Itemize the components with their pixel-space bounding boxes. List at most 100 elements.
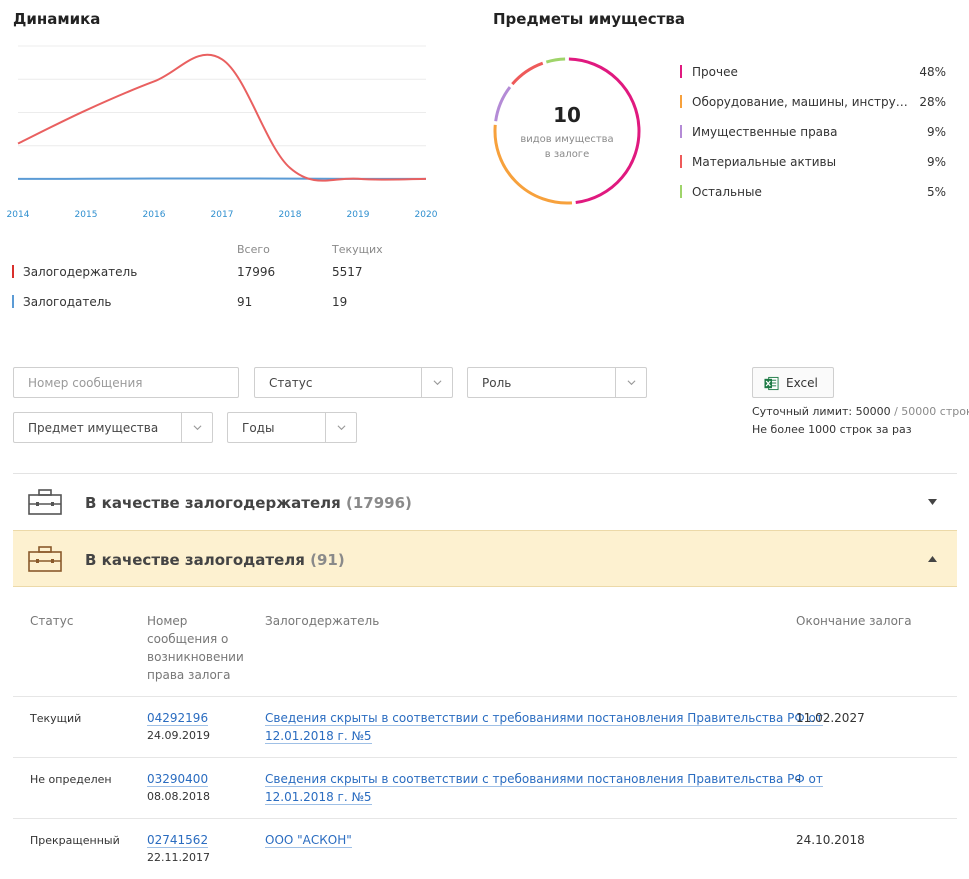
x-tick-label: 2018	[279, 210, 302, 220]
briefcase-icon	[28, 489, 62, 515]
legend-current: 19	[332, 295, 348, 309]
legend-pct: 9%	[926, 125, 946, 139]
col-header-number: Номер сообщения о возникновении права за…	[147, 612, 244, 684]
dynamics-title: Динамика	[13, 10, 101, 28]
caret-down-icon	[928, 499, 937, 505]
rows-limit-note: Не более 1000 строк за раз	[752, 423, 912, 436]
series-line	[17, 53, 427, 182]
years-select[interactable]: Годы	[227, 412, 357, 443]
status-select[interactable]: Статус	[254, 367, 453, 398]
holder-link[interactable]: Сведения скрыты в соответствии с требова…	[265, 711, 823, 726]
section-title-text: В качестве залогодержателя	[85, 494, 341, 512]
dynamics-series	[17, 53, 427, 182]
excel-icon	[764, 376, 779, 391]
legend-total: 91	[237, 295, 253, 309]
row-number: 03290400 08.08.2018	[147, 770, 210, 806]
row-holder: Сведения скрыты в соответствии с требова…	[265, 709, 823, 745]
select-divider	[325, 413, 326, 442]
donut-slice	[511, 61, 544, 86]
x-tick-label: 2020	[415, 210, 438, 220]
x-tick-label: 2016	[143, 210, 166, 220]
select-divider	[421, 368, 422, 397]
col-header-number-line: права залога	[147, 668, 231, 682]
donut-slice	[568, 57, 641, 204]
row-end-date: -	[796, 772, 801, 786]
dynamics-chart: 2014 2015 2016 2017 2018 2019 2020	[7, 45, 438, 220]
row-end-date: 24.10.2018	[796, 833, 865, 847]
message-number-input[interactable]: Номер сообщения	[13, 367, 239, 398]
legend-pct: 48%	[919, 65, 946, 79]
caret-up-icon	[928, 556, 937, 562]
chevron-down-icon	[433, 380, 442, 386]
row-divider	[13, 757, 957, 758]
legend-color-bar	[680, 125, 682, 138]
property-donut-chart	[493, 57, 641, 205]
select-divider	[615, 368, 616, 397]
legend-color-bar	[680, 65, 682, 78]
holder-link[interactable]: Сведения скрыты в соответствии с требова…	[265, 772, 823, 787]
col-header-status: Статус	[30, 614, 74, 628]
section-as-pledgor[interactable]: В качестве залогодателя (91)	[13, 530, 957, 587]
message-number-link[interactable]: 02741562	[147, 833, 209, 848]
row-divider	[13, 696, 957, 697]
legend-label: Залогодержатель	[23, 265, 138, 279]
section-as-pledgee[interactable]: В качестве залогодержателя (17996)	[13, 474, 957, 531]
briefcase-icon	[28, 546, 62, 572]
col-header-number-line: возникновении	[147, 650, 244, 664]
property-select-value: Предмет имущества	[28, 421, 159, 435]
row-date: 08.08.2018	[147, 790, 210, 803]
holder-link-cont[interactable]: 12.01.2018 г. №5	[265, 790, 372, 805]
section-count: (17996)	[345, 494, 412, 512]
legend-row-pledgor: Залогодатель	[12, 295, 111, 309]
message-number-placeholder: Номер сообщения	[28, 376, 143, 390]
role-select[interactable]: Роль	[467, 367, 647, 398]
row-status: Не определен	[30, 773, 112, 786]
x-tick-label: 2019	[347, 210, 370, 220]
section-title: В качестве залогодателя (91)	[85, 551, 345, 569]
property-select[interactable]: Предмет имущества	[13, 412, 213, 443]
section-count: (91)	[310, 551, 345, 569]
legend-total: 17996	[237, 265, 276, 279]
x-tick-label: 2015	[75, 210, 98, 220]
holder-link[interactable]: ООО "АСКОН"	[265, 833, 352, 848]
daily-limit-used: 50000	[855, 405, 891, 418]
section-title-text: В качестве залогодателя	[85, 551, 305, 569]
row-divider	[13, 818, 957, 819]
legend-pct: 9%	[926, 155, 946, 169]
legend-pct: 28%	[919, 95, 946, 109]
holder-link-cont[interactable]: 12.01.2018 г. №5	[265, 729, 372, 744]
row-number: 02741562 22.11.2017	[147, 831, 210, 867]
excel-export-button[interactable]: Excel	[752, 367, 834, 398]
legend-label: Прочее	[692, 65, 738, 79]
donut-center-text: видов имущества в залоге	[492, 132, 642, 162]
legend-header-total: Всего	[237, 243, 270, 256]
message-number-link[interactable]: 03290400	[147, 772, 209, 787]
legend-label: Залогодатель	[23, 295, 112, 309]
row-holder: Сведения скрыты в соответствии с требова…	[265, 770, 823, 806]
legend-label: Остальные	[692, 185, 762, 199]
legend-label: Материальные активы	[692, 155, 837, 169]
chevron-down-icon	[193, 425, 202, 431]
select-divider	[181, 413, 182, 442]
years-select-value: Годы	[242, 421, 275, 435]
legend-label: Оборудование, машины, инструмент...	[692, 95, 914, 109]
legend-color-bar	[12, 295, 14, 308]
daily-limit-prefix: Суточный лимит:	[752, 405, 856, 418]
legend-row-pledgee: Залогодержатель	[12, 265, 137, 279]
legend-color-bar	[12, 265, 14, 278]
legend-pct: 5%	[926, 185, 946, 199]
legend-current: 5517	[332, 265, 363, 279]
row-date: 22.11.2017	[147, 851, 210, 864]
status-select-value: Статус	[269, 376, 313, 390]
row-holder: ООО "АСКОН"	[265, 831, 352, 849]
chevron-down-icon	[627, 380, 636, 386]
row-number: 04292196 24.09.2019	[147, 709, 210, 745]
daily-limit: Суточный лимит: 50000 / 50000 строк	[752, 405, 969, 418]
donut-arcs	[493, 57, 641, 205]
message-number-link[interactable]: 04292196	[147, 711, 209, 726]
daily-limit-total: / 50000 строк	[894, 405, 969, 418]
x-tick-label: 2014	[7, 210, 30, 220]
row-status: Текущий	[30, 712, 82, 725]
row-status: Прекращенный	[30, 834, 120, 847]
col-header-number-line: сообщения о	[147, 632, 229, 646]
